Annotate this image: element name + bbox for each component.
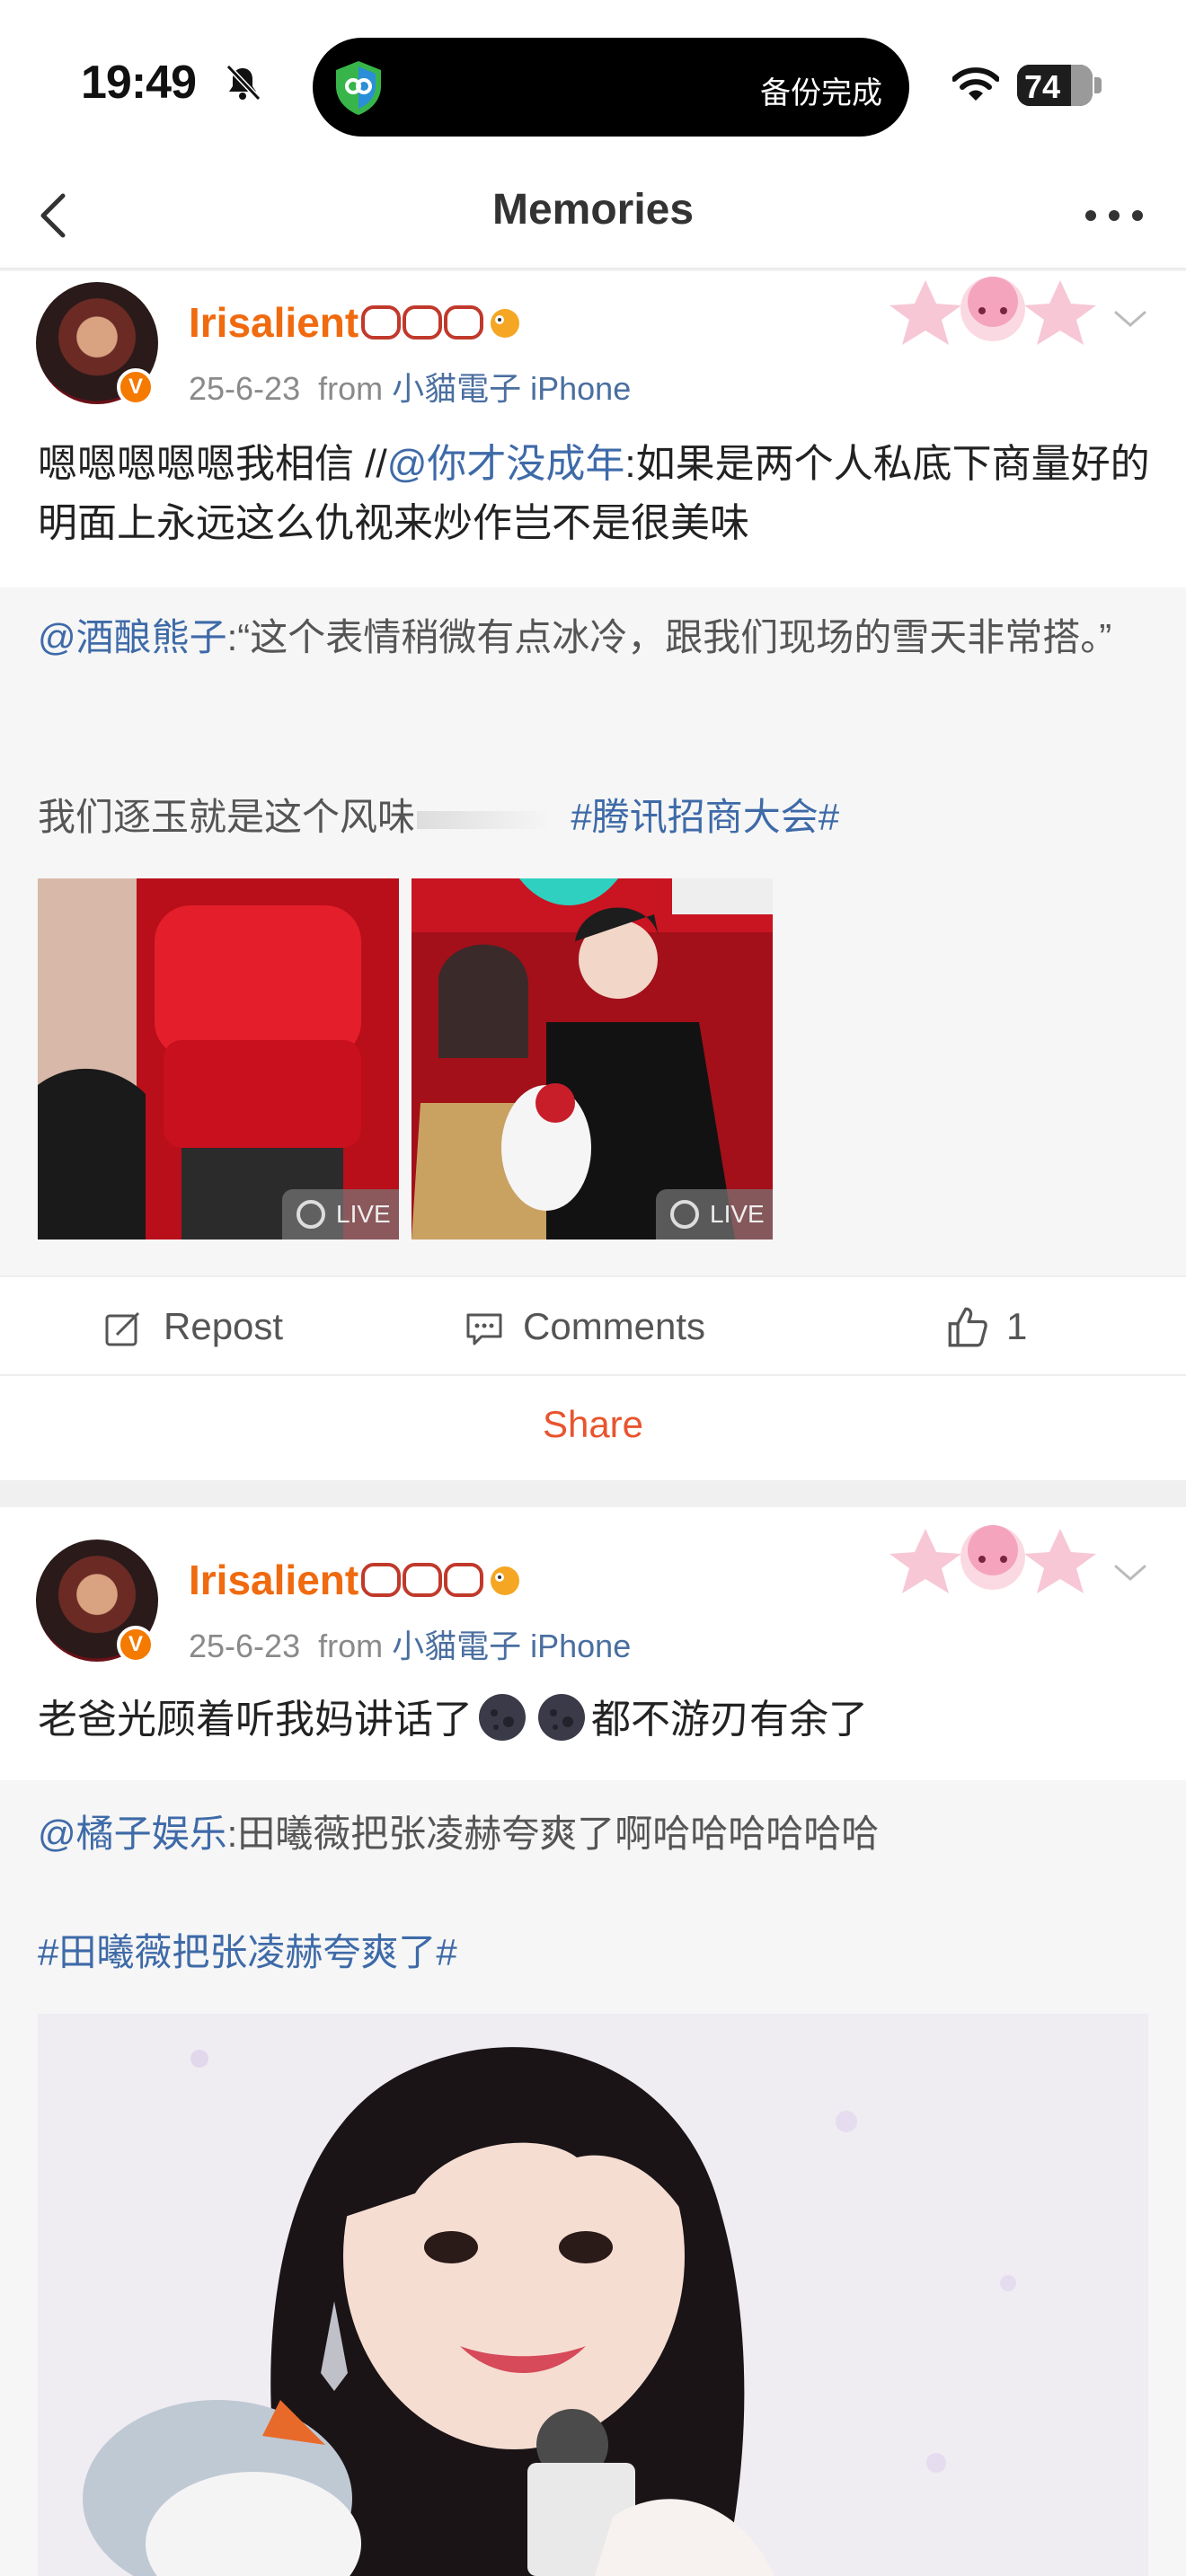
- live-photo-thumbnail[interactable]: LIVE: [38, 878, 399, 1239]
- post-image[interactable]: [38, 2014, 1148, 2576]
- share-button[interactable]: Share: [0, 1403, 1186, 1446]
- photo-stage-couple: [412, 878, 773, 1239]
- page-title: Memories: [491, 186, 695, 234]
- repost-block[interactable]: @橘子娱乐:田曦薇把张凌赫夸爽了啊哈哈哈哈哈哈 #田曦薇把张凌赫夸爽了#: [0, 1780, 1186, 2576]
- post-text-a: 老爸光顾着听我妈讲话了: [38, 1698, 473, 1742]
- status-bar: 19:49 备份完成 74: [0, 0, 1186, 162]
- post-text-b: 都不游刃有余了: [591, 1698, 868, 1742]
- thumbs-up-icon: [948, 1307, 987, 1347]
- bell-off-icon: [226, 64, 261, 101]
- repost-mention-link[interactable]: @酒酿熊子: [38, 616, 227, 658]
- live-icon: [670, 1200, 699, 1229]
- more-options-icon[interactable]: [1078, 189, 1150, 243]
- verified-badge: V: [117, 1626, 155, 1663]
- post-source[interactable]: 小貓電子 iPhone: [392, 1628, 631, 1664]
- like-button[interactable]: 1: [947, 1277, 1027, 1376]
- backup-status-text: 备份完成: [760, 76, 882, 110]
- post-meta: 25-6-23 from 小貓電子 iPhone: [189, 363, 631, 410]
- share-bar: Share: [0, 1374, 1186, 1480]
- post-source[interactable]: 小貓電子 iPhone: [392, 370, 631, 407]
- dark-moon-emoji-icon: [479, 1694, 526, 1741]
- repost-label: Repost: [164, 1305, 284, 1347]
- chevron-down-icon[interactable]: [1111, 1559, 1150, 1586]
- from-label: from: [318, 370, 384, 407]
- post-date: 25-6-23: [189, 1628, 301, 1664]
- battery-indicator: 74: [1017, 65, 1093, 106]
- wifi-icon: [952, 67, 999, 101]
- mention-link[interactable]: @你才没成年: [387, 442, 625, 486]
- repost-text: @酒酿熊子:“这个表情稍微有点冰冷，跟我们现场的雪天非常搭。”: [38, 609, 1152, 666]
- live-photo-thumbnail[interactable]: LIVE: [412, 878, 773, 1239]
- like-count: 1: [1006, 1305, 1028, 1347]
- repost-icon: [105, 1311, 140, 1346]
- post-meta: 25-6-23 from 小貓電子 iPhone: [189, 1620, 631, 1667]
- repost-block[interactable]: @酒酿熊子:“这个表情稍微有点冰冷，跟我们现场的雪天非常搭。” 我们逐玉就是这个…: [0, 587, 1186, 1275]
- repost-text: @橘子娱乐:田曦薇把张凌赫夸爽了啊哈哈哈哈哈哈: [38, 1805, 1152, 1863]
- photo-actress: [38, 2014, 1148, 2576]
- dark-moon-emoji-icon: [538, 1694, 585, 1741]
- photo-red-seats: [38, 878, 399, 1239]
- repost-button[interactable]: Repost: [104, 1277, 283, 1376]
- post-text: 嗯嗯嗯嗯嗯我相信 //@你才没成年:如果是两个人私底下商量好的明面上永远这么仇视…: [38, 435, 1152, 553]
- verified-badge: V: [117, 368, 155, 406]
- post-text-prefix: 嗯嗯嗯嗯嗯我相信 //: [38, 442, 387, 486]
- comments-label: Comments: [523, 1305, 706, 1347]
- repost-body: :“这个表情稍微有点冰冷，跟我们现场的雪天非常搭。”: [226, 616, 1112, 658]
- live-icon: [296, 1200, 325, 1229]
- repost-mention-link[interactable]: @橘子娱乐: [38, 1813, 227, 1855]
- status-time: 19:49: [81, 57, 197, 109]
- battery-cap: [1094, 77, 1102, 93]
- live-badge: LIVE: [656, 1189, 773, 1239]
- hashtag-link[interactable]: #田曦薇把张凌赫夸爽了#: [38, 1931, 457, 1973]
- blurred-emoji: [416, 810, 552, 829]
- repost-body: :田曦薇把张凌赫夸爽了啊哈哈哈哈哈哈: [226, 1813, 880, 1855]
- action-bar: Repost Comments 1: [0, 1275, 1186, 1374]
- nav-bar: Memories: [0, 162, 1186, 269]
- comment-icon: [466, 1313, 502, 1345]
- battery-percent: 74: [1024, 68, 1061, 105]
- live-label: LIVE: [710, 1200, 765, 1228]
- username[interactable]: Irisalient: [189, 1556, 358, 1604]
- post-text: 老爸光顾着听我妈讲话了 都不游刃有余了: [38, 1690, 1152, 1750]
- anime-sticker-icon: [890, 1525, 1096, 1593]
- live-label: LIVE: [336, 1200, 391, 1228]
- chevron-down-icon[interactable]: [1111, 305, 1150, 332]
- username[interactable]: Irisalient: [189, 298, 358, 347]
- post-date: 25-6-23: [189, 370, 301, 407]
- post-card: V Irisalient 25-6-23 from 小貓電子 iPhone 嗯嗯…: [0, 271, 1186, 587]
- repost-line2-text: 我们逐玉就是这个风味: [38, 796, 416, 838]
- repost-hashtag-line: #田曦薇把张凌赫夸爽了#: [38, 1924, 1152, 1981]
- from-label: from: [318, 1628, 384, 1664]
- card-divider: [0, 1480, 1186, 1507]
- live-badge: LIVE: [282, 1189, 399, 1239]
- user-badge-icons: [361, 305, 519, 340]
- anime-sticker-icon: [890, 277, 1096, 345]
- user-badge-icons: [361, 1563, 519, 1597]
- hashtag-link[interactable]: #腾讯招商大会#: [571, 796, 839, 838]
- post-card: V Irisalient 25-6-23 from 小貓電子 iPhone 老爸…: [0, 1507, 1186, 1780]
- repost-line2: 我们逐玉就是这个风味 #腾讯招商大会#: [38, 789, 1152, 846]
- battery-empty: [1071, 65, 1093, 106]
- shield-icon: [336, 61, 381, 115]
- comments-button[interactable]: Comments: [465, 1277, 705, 1376]
